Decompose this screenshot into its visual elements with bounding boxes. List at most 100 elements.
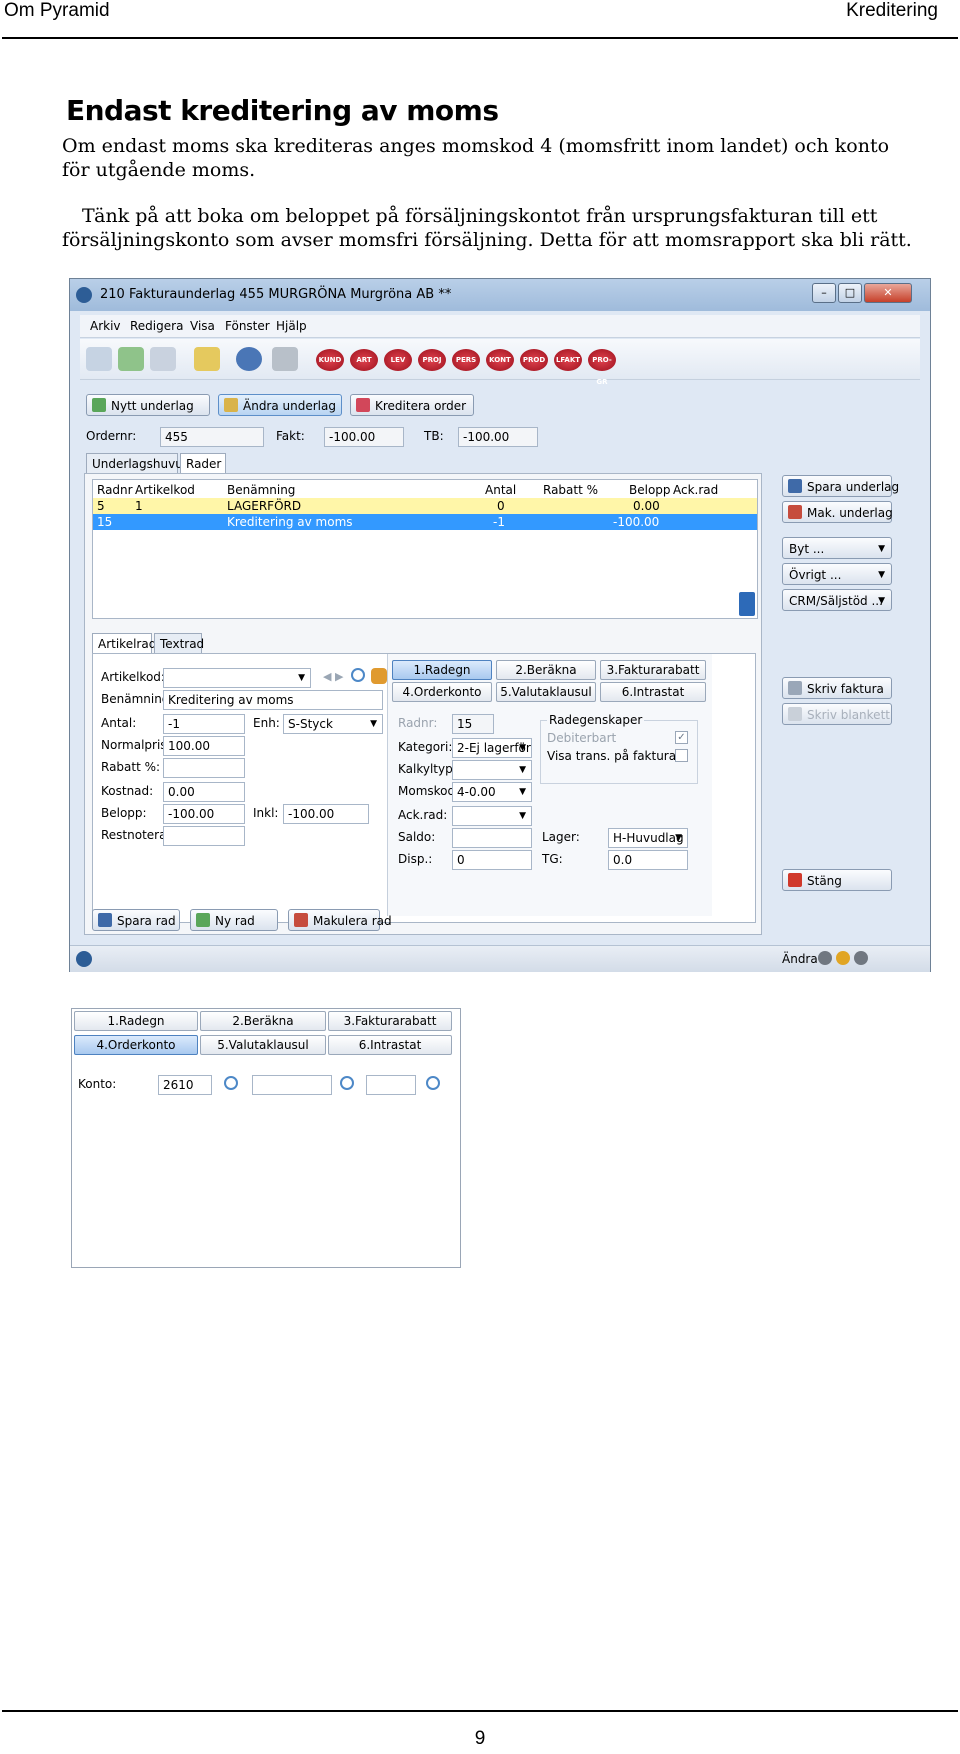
tb-field[interactable]: -100.00 xyxy=(458,427,538,447)
tab-fakturarabatt[interactable]: 3.Fakturarabatt xyxy=(328,1011,452,1031)
module-kund-icon[interactable]: KUND xyxy=(316,349,344,371)
nav-arrows-icon[interactable]: ◀ ▶ xyxy=(323,670,343,683)
benamning-field[interactable]: Kreditering av moms xyxy=(163,690,383,710)
save-row-button[interactable]: Spara rad xyxy=(92,909,180,931)
window-titlebar: 210 Fakturaunderlag 455 MURGRÖNA Murgrön… xyxy=(70,279,930,311)
visa-trans-checkbox[interactable] xyxy=(675,749,688,762)
lager-select[interactable]: H-Huvudlag xyxy=(608,828,688,848)
rabatt-field[interactable] xyxy=(163,758,245,778)
menu-hjalp[interactable]: Hjälp xyxy=(276,319,307,333)
cell-antal: -1 xyxy=(493,515,505,529)
checklist-icon[interactable] xyxy=(194,347,220,371)
table-row[interactable]: 15 Kreditering av moms -1 -100.00 xyxy=(93,514,757,530)
module-proj-icon[interactable]: PROJ xyxy=(418,349,446,371)
fakt-field[interactable]: -100.00 xyxy=(324,427,404,447)
disp-field[interactable]: 0 xyxy=(452,850,532,870)
tab-fakturarabatt[interactable]: 3.Fakturarabatt xyxy=(600,660,706,680)
new-row-button[interactable]: Ny rad xyxy=(190,909,278,931)
module-lev-icon[interactable]: LEV xyxy=(384,349,412,371)
crm-button[interactable]: CRM/Säljstöd ... xyxy=(782,589,892,612)
tab-radegn[interactable]: 1.Radegn xyxy=(74,1011,198,1031)
kategori-select[interactable]: 2-Ej lagerför xyxy=(452,738,532,758)
minimize-icon[interactable]: – xyxy=(812,283,836,303)
search-icon[interactable] xyxy=(351,668,365,682)
module-lfakt-icon[interactable]: LFAKT xyxy=(554,349,582,371)
menu-visa[interactable]: Visa xyxy=(190,319,215,333)
tab-orderkonto[interactable]: 4.Orderkonto xyxy=(392,682,492,702)
debiterbart-checkbox[interactable]: ✓ xyxy=(675,731,688,744)
module-pers-icon[interactable]: PERS xyxy=(452,349,480,371)
tab-textrad[interactable]: Textrad xyxy=(154,633,204,653)
inkl-field[interactable]: -100.00 xyxy=(283,804,369,824)
menu-fonster[interactable]: Fönster xyxy=(225,319,270,333)
order-field[interactable]: 455 xyxy=(160,427,264,447)
tab-radegn[interactable]: 1.Radegn xyxy=(392,660,492,680)
menu-arkiv[interactable]: Arkiv xyxy=(90,319,121,333)
tab-valutaklausul[interactable]: 5.Valutaklausul xyxy=(200,1035,326,1055)
tab-rader[interactable]: Rader xyxy=(180,453,226,473)
search-icon[interactable] xyxy=(426,1076,440,1090)
tab-berakna[interactable]: 2.Beräkna xyxy=(496,660,596,680)
enh-select[interactable]: S-Styck xyxy=(283,714,383,734)
konto-field[interactable]: 2610 xyxy=(158,1075,212,1095)
box-icon[interactable] xyxy=(371,668,387,684)
close-icon[interactable]: ✕ xyxy=(864,283,912,303)
document-icon[interactable] xyxy=(86,347,112,371)
radnr-label: Radnr: xyxy=(398,716,438,730)
konto-field-3[interactable] xyxy=(366,1075,416,1095)
close-button[interactable]: Stäng xyxy=(782,869,892,891)
print-blank-button[interactable]: Skriv blankett xyxy=(782,703,892,725)
stack-icon[interactable] xyxy=(272,347,298,371)
save-icon xyxy=(98,913,112,927)
module-kont-icon[interactable]: KONT xyxy=(486,349,514,371)
module-prod-icon[interactable]: PROD xyxy=(520,349,548,371)
search-icon[interactable] xyxy=(224,1076,238,1090)
new-underlag-button[interactable]: Nytt underlag xyxy=(86,394,210,416)
status-light-icon xyxy=(818,951,832,965)
tab-intrastat[interactable]: 6.Intrastat xyxy=(328,1035,452,1055)
header-rule xyxy=(2,37,958,39)
tab-valutaklausul[interactable]: 5.Valutaklausul xyxy=(496,682,596,702)
add-customer-icon[interactable] xyxy=(118,347,144,371)
module-progr-icon[interactable]: PRO-GR xyxy=(588,349,616,386)
artikelrad-panel: Artikelkod: ◀ ▶ Benämning: Kreditering a… xyxy=(92,653,756,923)
save-underlag-button[interactable]: Spara underlag xyxy=(782,475,899,497)
tg-field[interactable]: 0.0 xyxy=(608,850,688,870)
radnr-field[interactable]: 15 xyxy=(452,714,494,734)
tab-intrastat[interactable]: 6.Intrastat xyxy=(600,682,706,702)
kostnad-field[interactable]: 0.00 xyxy=(163,782,245,802)
void-row-button[interactable]: Makulera rad xyxy=(288,909,392,931)
expand-icon[interactable] xyxy=(739,592,755,616)
status-bar: Ändra xyxy=(70,945,930,972)
byt-button[interactable]: Byt ... xyxy=(782,537,892,560)
print-invoice-button[interactable]: Skriv faktura xyxy=(782,677,892,699)
edit-icon xyxy=(224,398,238,412)
search-icon[interactable] xyxy=(340,1076,354,1090)
normalpris-field[interactable]: 100.00 xyxy=(163,736,245,756)
tab-artikelrad[interactable]: Artikelrad xyxy=(92,633,156,653)
ovrigt-button[interactable]: Övrigt ... xyxy=(782,563,892,586)
ackrad-select[interactable] xyxy=(452,806,532,826)
artikelkod-field[interactable] xyxy=(163,668,311,688)
module-art-icon[interactable]: ART xyxy=(350,349,378,371)
edit-underlag-button[interactable]: Ändra underlag xyxy=(218,394,342,416)
konto-field-2[interactable] xyxy=(252,1075,332,1095)
menu-redigera[interactable]: Redigera xyxy=(130,319,183,333)
ackrad-label: Ack.rad: xyxy=(398,808,448,822)
order-label: Ordernr: xyxy=(86,429,137,443)
saldo-field[interactable] xyxy=(452,828,532,848)
credit-order-button[interactable]: Kreditera order xyxy=(350,394,474,416)
tab-berakna[interactable]: 2.Beräkna xyxy=(200,1011,326,1031)
table-row[interactable]: 5 1 LAGERFÖRD 0 0.00 xyxy=(93,498,757,514)
momskod-select[interactable]: 4-0.00 xyxy=(452,782,532,802)
maximize-icon[interactable]: □ xyxy=(838,283,862,303)
user-icon[interactable] xyxy=(236,347,262,371)
belopp-field[interactable]: -100.00 xyxy=(163,804,245,824)
mak-underlag-button[interactable]: Mak. underlag xyxy=(782,501,893,523)
antal-field[interactable]: -1 xyxy=(163,714,245,734)
kalkyltyp-select[interactable] xyxy=(452,760,532,780)
tab-underlagshuvud[interactable]: Underlagshuvud xyxy=(86,453,190,473)
restnoterat-field[interactable] xyxy=(163,826,245,846)
tab-orderkonto[interactable]: 4.Orderkonto xyxy=(74,1035,198,1055)
preview-icon[interactable] xyxy=(150,347,176,371)
